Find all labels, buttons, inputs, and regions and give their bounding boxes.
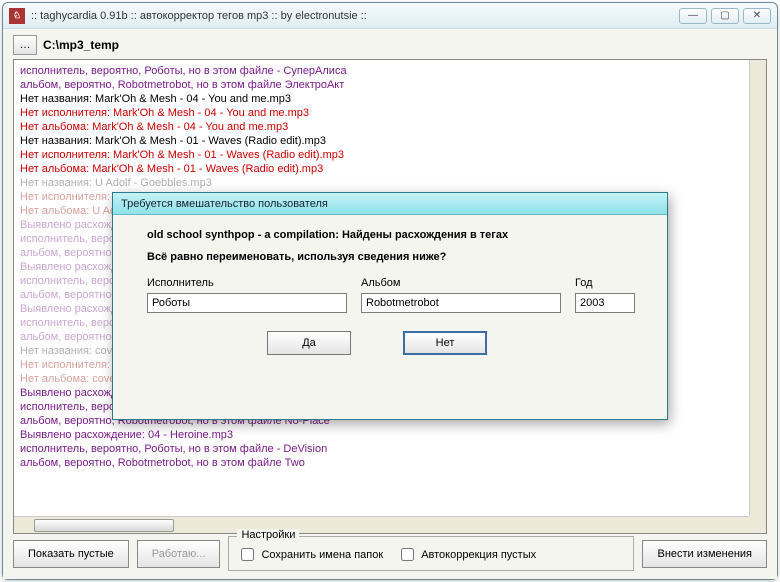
close-button[interactable]: ✕	[743, 8, 771, 24]
year-field: Год	[575, 277, 635, 313]
scroll-corner	[749, 516, 766, 533]
path-label: C:\mp3_temp	[43, 38, 119, 52]
album-label: Альбом	[361, 277, 561, 289]
artist-input[interactable]	[147, 293, 347, 313]
titlebar: ♘ :: taghycardia 0.91b :: автокорректор …	[3, 3, 777, 29]
dialog-heading: old school synthpop - a compilation: Най…	[147, 229, 647, 241]
dialog-fields: Исполнитель Альбом Год	[147, 277, 647, 313]
log-line: Нет альбома: Mark'Oh & Mesh - 04 - You a…	[18, 120, 748, 134]
horizontal-scrollbar[interactable]	[14, 516, 749, 533]
log-line: альбом, вероятно, Robotmetrobot, но в эт…	[18, 456, 748, 470]
dialog-titlebar: Требуется вмешательство пользователя	[113, 193, 667, 215]
dialog-body: old school synthpop - a compilation: Най…	[113, 215, 667, 419]
log-line: Нет исполнителя: Mark'Oh & Mesh - 01 - W…	[18, 148, 748, 162]
yes-button[interactable]: Да	[267, 331, 351, 355]
year-input[interactable]	[575, 293, 635, 313]
show-empty-button[interactable]: Показать пустые	[13, 540, 129, 568]
vertical-scrollbar[interactable]	[749, 60, 766, 516]
user-intervention-dialog: Требуется вмешательство пользователя old…	[112, 192, 668, 420]
maximize-button[interactable]: ▢	[711, 8, 739, 24]
settings-legend: Настройки	[237, 529, 299, 541]
year-label: Год	[575, 277, 635, 289]
autocorrect-empty-label: Автокоррекция пустых	[421, 549, 536, 561]
dialog-buttons: Да Нет	[147, 331, 647, 355]
autocorrect-empty-checkbox[interactable]	[401, 548, 414, 561]
window-title: :: taghycardia 0.91b :: автокорректор те…	[31, 10, 679, 22]
log-line: исполнитель, вероятно, Роботы, но в этом…	[18, 64, 748, 78]
log-line: альбом, вероятно, Robotmetrobot, но в эт…	[18, 78, 748, 92]
log-line: Нет названия: U Adolf - Goebbles.mp3	[18, 176, 748, 190]
log-line: Выявлено расхождение: 04 - Heroine.mp3	[18, 428, 748, 442]
autocorrect-empty-option[interactable]: Автокоррекция пустых	[397, 545, 536, 564]
keep-folder-names-checkbox[interactable]	[241, 548, 254, 561]
dialog-title: Требуется вмешательство пользователя	[121, 198, 328, 210]
album-input[interactable]	[361, 293, 561, 313]
log-line: исполнитель, вероятно, Роботы, но в этом…	[18, 442, 748, 456]
keep-folder-names-label: Сохранить имена папок	[261, 549, 383, 561]
no-button[interactable]: Нет	[403, 331, 487, 355]
dialog-subheading: Всё равно переименовать, используя сведе…	[147, 251, 647, 263]
keep-folder-names-option[interactable]: Сохранить имена папок	[237, 545, 383, 564]
log-line: Нет названия: Mark'Oh & Mesh - 04 - You …	[18, 92, 748, 106]
log-line: Нет альбома: Mark'Oh & Mesh - 01 - Waves…	[18, 162, 748, 176]
bottom-bar: Показать пустые Работаю... Настройки Сох…	[13, 540, 767, 571]
scrollbar-thumb[interactable]	[34, 519, 174, 532]
browse-folder-button[interactable]: …	[13, 35, 37, 55]
working-button: Работаю...	[137, 540, 221, 568]
log-line: Нет исполнителя: Mark'Oh & Mesh - 04 - Y…	[18, 106, 748, 120]
minimize-button[interactable]: —	[679, 8, 707, 24]
artist-label: Исполнитель	[147, 277, 347, 289]
window-buttons: — ▢ ✕	[679, 8, 771, 24]
path-bar: … C:\mp3_temp	[13, 35, 767, 55]
log-line: Нет названия: Mark'Oh & Mesh - 01 - Wave…	[18, 134, 748, 148]
app-icon: ♘	[9, 8, 25, 24]
settings-group: Настройки Сохранить имена папок Автокорр…	[228, 536, 634, 571]
artist-field: Исполнитель	[147, 277, 347, 313]
album-field: Альбом	[361, 277, 561, 313]
apply-changes-button[interactable]: Внести изменения	[642, 540, 767, 568]
